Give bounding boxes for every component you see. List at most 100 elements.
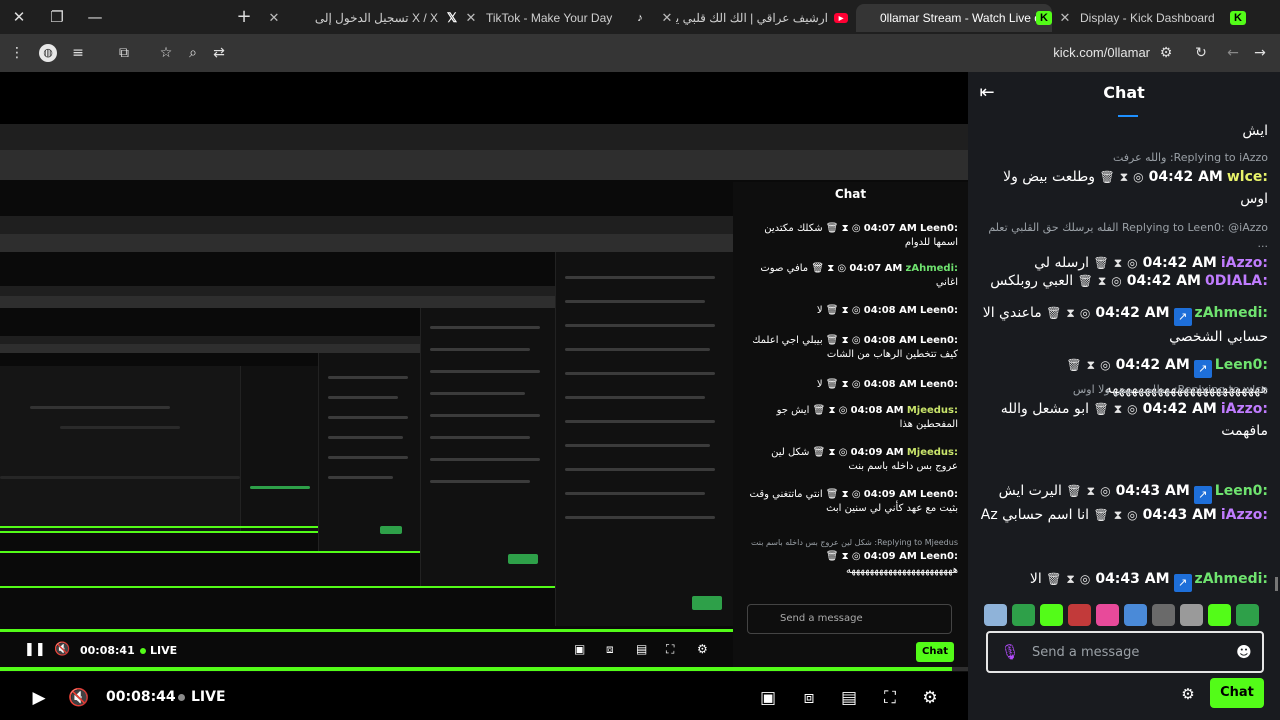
delete-icon[interactable]: 🗑 <box>1093 256 1108 270</box>
clip-button[interactable]: ⧈ <box>796 685 822 711</box>
close-tab-icon[interactable]: ✕ <box>1056 10 1074 26</box>
bookmark-star-icon[interactable]: ☆ <box>155 42 177 64</box>
tab-tiktok[interactable]: ✕ TikTok - Make Your Day ♪ <box>462 4 648 32</box>
message-username[interactable]: zAhmedi: <box>1195 571 1268 587</box>
message-username[interactable]: iAzzo: <box>1221 401 1268 417</box>
close-tab-icon[interactable]: ✕ <box>265 10 283 26</box>
shield-icon[interactable]: ◎ <box>1127 402 1137 416</box>
settings-button[interactable]: ⚙ <box>917 685 943 711</box>
message-username[interactable]: Leen0: <box>1215 483 1268 499</box>
chat-message[interactable]: 🗑 ⧗ ◎ 04:43 AM ↗ Leen0: اليرت ايش <box>976 480 1268 504</box>
delete-icon[interactable]: 🗑 <box>1046 306 1061 320</box>
delete-icon[interactable]: 🗑 <box>1078 274 1093 288</box>
shield-icon[interactable]: ◎ <box>1100 484 1110 498</box>
tab-stream[interactable]: 0llamar Stream - Watch Live on K <box>856 4 1052 32</box>
nested-message-time: 04:08 AM <box>863 305 917 316</box>
theater-mode-button[interactable]: ▣ <box>755 685 781 711</box>
shield-icon[interactable]: ◎ <box>1111 274 1121 288</box>
emote-1[interactable] <box>984 604 1007 626</box>
tab-dashboard[interactable]: ✕ Display - Kick Dashboard K <box>1056 4 1246 32</box>
translate-icon[interactable]: ⇄ <box>208 42 230 64</box>
chat-scrollbar[interactable] <box>1275 577 1278 591</box>
stream-video[interactable]: Chat 🗑 ⧗ ◎ 04:07 AM Leen0: شكلك مكتدين ا… <box>0 72 968 720</box>
reload-icon[interactable]: ↻ <box>1190 42 1212 64</box>
timeout-icon[interactable]: ⧗ <box>1114 508 1122 522</box>
tab-list-icon[interactable]: ≡ <box>67 42 89 64</box>
emote-9[interactable] <box>1208 604 1231 626</box>
tab-youtube[interactable]: ✕ ارشيف عراقي | الك الك قلبي يحن ▶ <box>658 4 848 32</box>
shield-icon[interactable]: ◎ <box>1080 306 1090 320</box>
message-username[interactable]: zAhmedi: <box>1195 305 1268 321</box>
chat-settings-icon[interactable]: ⚙ <box>1178 684 1198 704</box>
message-username[interactable]: wlce: <box>1227 169 1268 185</box>
emote-6[interactable] <box>1124 604 1147 626</box>
address-bar-url[interactable]: kick.com/0llamar <box>1000 45 1150 60</box>
close-tab-icon[interactable]: ✕ <box>658 10 676 26</box>
menu-dots-icon[interactable]: ⋮ <box>6 42 28 64</box>
fullscreen-button[interactable]: ⛶ <box>877 685 903 711</box>
pip-button[interactable]: ▤ <box>836 685 862 711</box>
delete-icon[interactable]: 🗑 <box>1066 358 1081 372</box>
delete-icon[interactable]: 🗑 <box>1093 508 1108 522</box>
chat-message[interactable]: Replying to wlce: وطلعت بيض ولا اوس 🗑 ⧗ ◎ 04… <box>976 382 1268 442</box>
emote-5[interactable] <box>1096 604 1119 626</box>
timeout-icon[interactable]: ⧗ <box>1087 358 1095 372</box>
back-icon[interactable]: → <box>1249 42 1271 64</box>
site-settings-icon[interactable]: ⚙ <box>1155 42 1177 64</box>
shield-icon[interactable]: ◎ <box>1080 572 1090 586</box>
emote-3[interactable] <box>1040 604 1063 626</box>
new-tab-button[interactable]: + <box>232 6 256 28</box>
minimize-window-button[interactable]: — <box>82 6 108 28</box>
timeout-icon[interactable]: ⧗ <box>1114 256 1122 270</box>
timeout-icon[interactable]: ⧗ <box>1098 274 1106 288</box>
delete-icon[interactable]: 🗑 <box>1046 572 1061 586</box>
chat-message[interactable]: 🗑 ⧗ ◎ 04:43 AM iAzzo: انا اسم حسابي Az <box>976 504 1268 526</box>
reply-context[interactable]: Replying to wlce: وطلعت بيض ولا اوس <box>976 382 1268 398</box>
delete-icon[interactable]: 🗑 <box>1093 402 1108 416</box>
timeout-icon[interactable]: ⧗ <box>1087 484 1095 498</box>
emote-2[interactable] <box>1012 604 1035 626</box>
live-indicator[interactable]: LIVE <box>178 689 226 705</box>
emote-8[interactable] <box>1180 604 1203 626</box>
reply-context[interactable]: Replying to Leen0: @iAzzo الفله يرسلك حق… <box>976 220 1268 252</box>
globe-icon[interactable]: ◍ <box>39 44 57 62</box>
chat-message[interactable]: 🗑 ⧗ ◎ 04:42 AM ↗ zAhmedi: ماعندي الا حسابي ال… <box>976 302 1268 348</box>
extensions-icon[interactable]: ⧉ <box>113 42 135 64</box>
close-window-button[interactable]: ✕ <box>6 6 32 28</box>
timeout-icon[interactable]: ⧗ <box>1066 306 1074 320</box>
tab-x-login[interactable]: ✕ X / X تسجيل الدخول إلى 𝕏 <box>265 4 460 32</box>
message-username[interactable]: iAzzo: <box>1221 507 1268 523</box>
shield-icon[interactable]: ◎ <box>1127 256 1137 270</box>
shield-icon[interactable]: ◎ <box>1127 508 1137 522</box>
chat-send-button[interactable]: Chat <box>1210 678 1264 708</box>
close-tab-icon[interactable]: ✕ <box>462 10 480 26</box>
send-message-input[interactable] <box>1032 638 1222 666</box>
microphone-icon[interactable]: 🎙 <box>1000 642 1020 662</box>
play-button[interactable]: ▶ <box>26 685 52 711</box>
delete-icon[interactable]: 🗑 <box>1066 484 1081 498</box>
chat-message[interactable]: 🗑 ⧗ ◎ 04:42 AM 0DIALA: العبي روبلكس <box>976 270 1268 292</box>
restore-window-button[interactable]: ❐ <box>44 6 70 28</box>
chat-message[interactable]: Replying to Leen0: @iAzzo الفله يرسلك حق… <box>976 220 1268 274</box>
delete-icon[interactable]: 🗑 <box>1100 170 1115 184</box>
emote-7[interactable] <box>1152 604 1175 626</box>
shield-icon[interactable]: ◎ <box>1100 358 1110 372</box>
chat-message[interactable]: Replying to iAzzo: والله عرفت 🗑 ⧗ ◎ 04:42 AM… <box>976 150 1268 210</box>
chat-message[interactable]: ايش <box>976 120 1268 142</box>
reply-context[interactable]: Replying to iAzzo: والله عرفت <box>976 150 1268 166</box>
shield-icon[interactable]: ◎ <box>1133 170 1143 184</box>
forward-icon[interactable]: ← <box>1222 42 1244 64</box>
timeout-icon[interactable]: ⧗ <box>1066 572 1074 586</box>
timeout-icon[interactable]: ⧗ <box>1114 402 1122 416</box>
emote-4[interactable] <box>1068 604 1091 626</box>
message-username[interactable]: 0DIALA: <box>1205 273 1268 289</box>
message-username[interactable]: iAzzo: <box>1221 255 1268 271</box>
timeout-icon[interactable]: ⧗ <box>1120 170 1128 184</box>
mute-button[interactable]: 🔇 <box>66 685 92 711</box>
chat-message[interactable]: 🗑 ⧗ ◎ 04:43 AM ↗ zAhmedi: الا <box>976 568 1268 592</box>
emoji-icon[interactable]: ☻ <box>1234 642 1254 662</box>
zoom-icon[interactable]: ⌕ <box>182 42 204 64</box>
message-username[interactable]: Leen0: <box>1215 357 1268 373</box>
send-message-box[interactable]: 🎙 ☻ <box>986 631 1264 673</box>
emote-10[interactable] <box>1236 604 1259 626</box>
